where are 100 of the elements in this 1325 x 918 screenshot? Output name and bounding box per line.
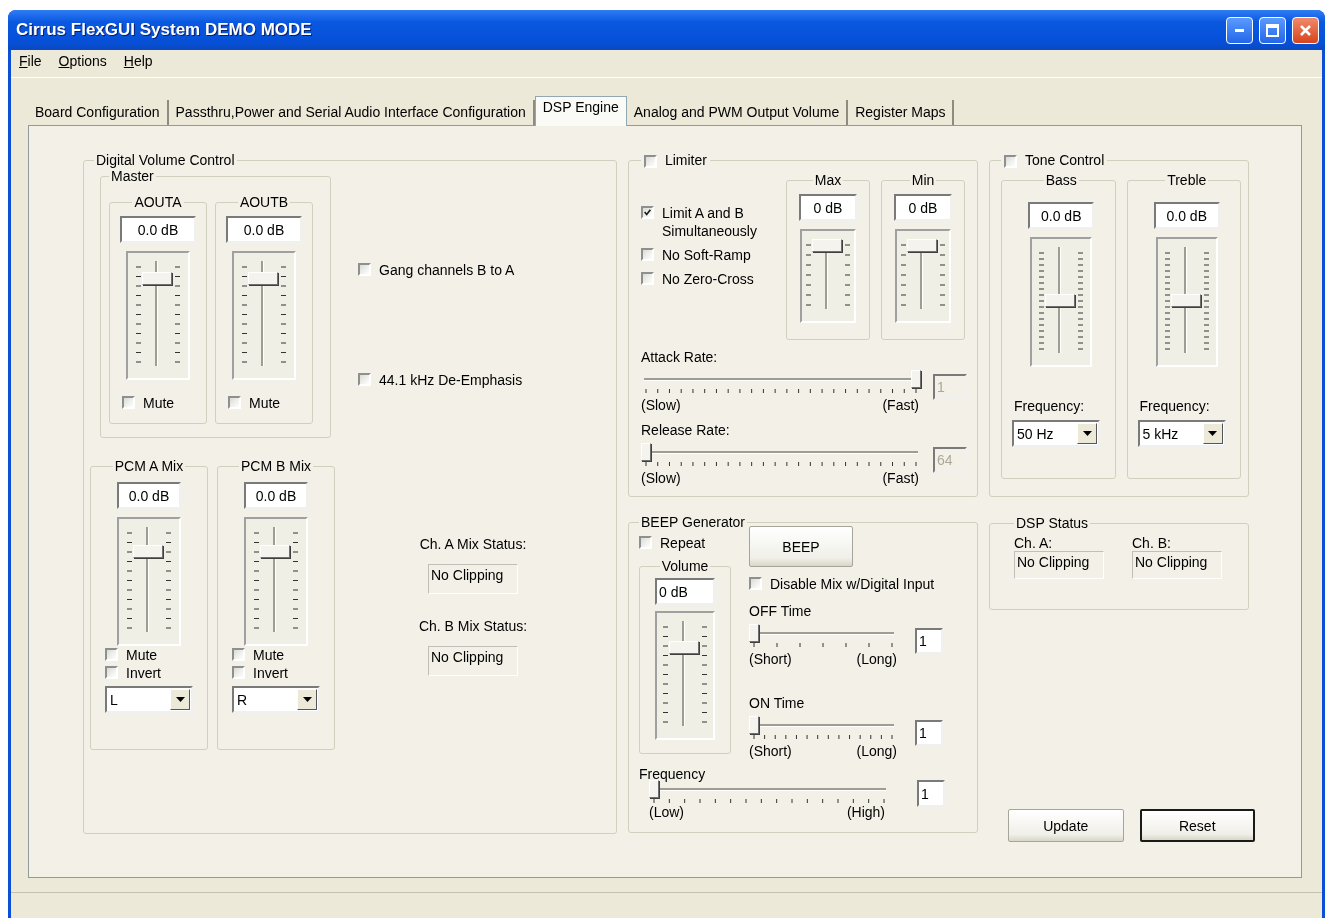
maximize-button[interactable] <box>1259 16 1286 44</box>
value-field[interactable]: 0.0 dB <box>226 216 302 243</box>
slider-thumb[interactable] <box>749 716 759 734</box>
horizontal-slider[interactable] <box>649 782 889 805</box>
vertical-slider[interactable] <box>117 517 181 646</box>
status-label: Ch. A Mix Status: <box>419 536 527 552</box>
slider-thumb[interactable] <box>260 545 290 559</box>
horizontal-slider[interactable] <box>641 446 921 468</box>
value-field[interactable]: 0.0 dB <box>1153 202 1220 229</box>
dialog-button[interactable]: Update <box>1008 809 1124 842</box>
beep-button[interactable]: BEEP <box>749 526 853 567</box>
value-field[interactable]: 0.0 dB <box>1028 202 1095 229</box>
checkbox-label: Mute <box>143 394 175 412</box>
value-field[interactable]: 0.0 dB <box>117 482 181 509</box>
group-title: AOUTA <box>133 194 183 210</box>
menu-item[interactable]: Options <box>58 53 107 77</box>
value-field[interactable]: 0.0 dB <box>120 216 196 243</box>
slider-thumb[interactable] <box>907 239 937 252</box>
checkbox[interactable] <box>641 272 654 285</box>
checkbox-label: 44.1 kHz De-Emphasis <box>379 371 523 389</box>
horizontal-slider[interactable] <box>641 373 921 395</box>
checkbox[interactable] <box>228 396 241 409</box>
value-field[interactable]: 1 <box>915 720 943 746</box>
value-field[interactable]: 0.0 dB <box>244 482 308 509</box>
slider-thumb[interactable] <box>1170 293 1201 307</box>
vertical-slider[interactable] <box>1155 237 1218 367</box>
value-field[interactable]: 1 <box>917 780 945 807</box>
slider-thumb[interactable] <box>142 272 172 286</box>
slider-label: Frequency <box>639 766 707 782</box>
menu-item[interactable]: File <box>19 53 42 77</box>
menu-item[interactable]: Help <box>123 53 153 77</box>
checkbox[interactable] <box>105 648 118 661</box>
checkbox-label: No Zero-Cross <box>662 270 754 288</box>
dropdown[interactable]: 50 Hz <box>1012 420 1100 447</box>
slider-thumb[interactable] <box>749 624 759 642</box>
checkbox[interactable] <box>639 536 652 549</box>
checkbox[interactable] <box>358 373 371 386</box>
slider-max-label: (Long) <box>856 651 897 667</box>
checkbox[interactable] <box>1004 154 1017 168</box>
slider-thumb[interactable] <box>812 239 842 252</box>
maximize-icon <box>1266 23 1279 37</box>
vertical-slider[interactable] <box>244 517 308 646</box>
slider-thumb[interactable] <box>248 272 278 286</box>
field-label: Frequency: <box>1139 398 1210 414</box>
slider-max-label: (Fast) <box>882 470 919 486</box>
dropdown[interactable]: L <box>105 686 193 713</box>
vertical-slider[interactable] <box>800 229 856 323</box>
group-title: Limiter <box>663 152 707 168</box>
vertical-slider[interactable] <box>1030 237 1093 367</box>
value-field[interactable]: 0 dB <box>894 194 952 221</box>
close-icon <box>1299 23 1312 37</box>
checkbox[interactable] <box>232 666 245 679</box>
checkbox[interactable] <box>358 263 371 276</box>
checkbox[interactable] <box>641 206 654 219</box>
checkbox-label: Invert <box>126 664 161 682</box>
slider-min-label: (Short) <box>749 743 792 759</box>
minimize-button[interactable] <box>1226 16 1253 44</box>
value-field[interactable]: 0 dB <box>799 194 857 221</box>
vertical-slider[interactable] <box>232 251 296 380</box>
dropdown[interactable]: R <box>232 686 320 713</box>
slider-max-label: (Long) <box>856 743 897 759</box>
dropdown-arrow-icon <box>1082 431 1092 436</box>
vertical-slider[interactable] <box>126 251 190 380</box>
checkbox[interactable] <box>232 648 245 661</box>
checkbox[interactable] <box>122 396 135 409</box>
tab[interactable]: DSP Engine <box>534 96 627 126</box>
close-button[interactable] <box>1292 16 1319 44</box>
slider-min-label: (Low) <box>649 804 684 820</box>
slider-thumb[interactable] <box>133 545 163 559</box>
dropdown-arrow-icon <box>175 697 185 702</box>
vertical-slider[interactable] <box>655 611 715 740</box>
dialog-button[interactable]: Reset <box>1139 809 1255 842</box>
slider-label: ON Time <box>749 695 805 711</box>
checkbox-label: Mute <box>253 646 285 664</box>
slider-label: Attack Rate: <box>641 349 718 365</box>
checkbox-label: Invert <box>253 664 288 682</box>
group-title: Max <box>813 172 843 188</box>
value-field[interactable]: 1 <box>915 628 943 654</box>
status-value: No Clipping <box>428 646 518 676</box>
slider-thumb[interactable] <box>1045 293 1076 307</box>
slider-label: Release Rate: <box>641 422 730 438</box>
slider-max-label: (High) <box>846 804 885 820</box>
group-title: Bass <box>1044 172 1078 188</box>
checkbox[interactable] <box>749 577 762 590</box>
group-title: PCM A Mix <box>113 458 185 474</box>
value-field[interactable]: 0 dB <box>655 578 715 605</box>
group-title: AOUTB <box>238 194 290 210</box>
checkbox[interactable] <box>644 154 657 168</box>
window-title: Cirrus FlexGUI System DEMO MODE <box>16 20 313 40</box>
slider-max-label: (Fast) <box>882 397 919 413</box>
vertical-slider[interactable] <box>895 229 951 323</box>
slider-min-label: (Slow) <box>641 470 681 486</box>
checkbox-label: Gang channels B to A <box>379 261 515 279</box>
dropdown[interactable]: 5 kHz <box>1137 420 1226 447</box>
slider-thumb[interactable] <box>669 641 699 655</box>
checkbox[interactable] <box>105 666 118 679</box>
horizontal-slider[interactable] <box>749 719 897 741</box>
horizontal-slider[interactable] <box>749 627 897 649</box>
checkbox[interactable] <box>641 248 654 261</box>
slider-min-label: (Slow) <box>641 397 681 413</box>
